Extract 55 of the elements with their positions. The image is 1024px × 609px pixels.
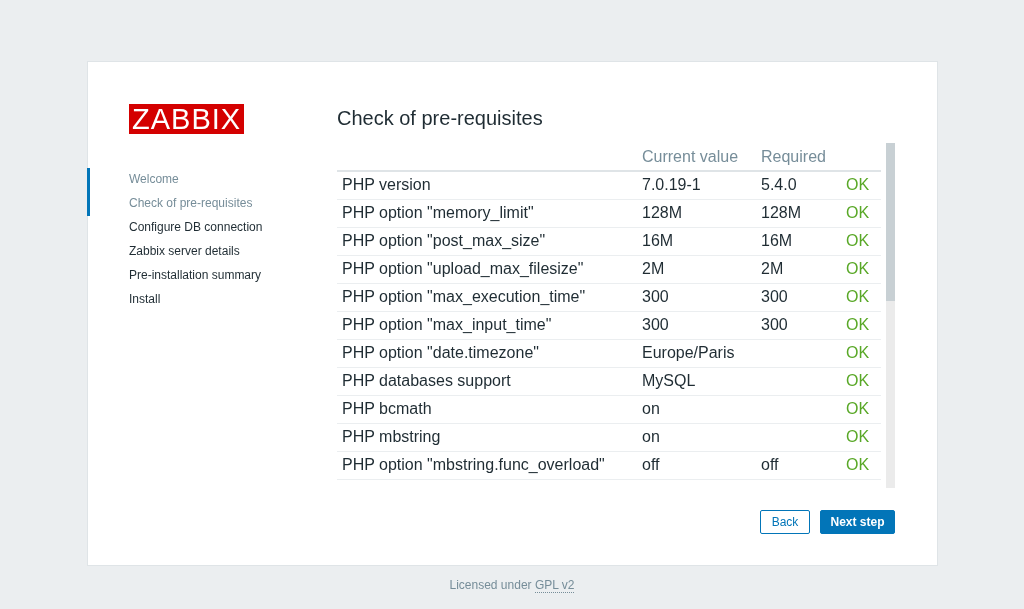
table-cell: 5.4.0 [761, 176, 797, 194]
table-cell: PHP option "post_max_size" [342, 232, 546, 249]
status-text: OK [846, 344, 870, 361]
table-cell: 7.0.19-1 [642, 176, 701, 194]
table-cell: 2M [642, 260, 665, 277]
column-header: Required [761, 147, 826, 165]
table-cell: 128M [761, 204, 802, 221]
back-button[interactable]: Back [760, 510, 810, 534]
zabbix-logo: ZABBIX [129, 104, 245, 134]
table-cell: PHP version [342, 176, 431, 194]
license-text: Licensed under [449, 578, 532, 592]
table-cell: PHP databases support [342, 372, 511, 389]
column-header: Current value [642, 147, 739, 165]
table-cell: 300 [761, 316, 788, 333]
status-text: OK [846, 372, 870, 389]
status-text: OK [846, 428, 870, 445]
next-step-button[interactable]: Next step [820, 510, 895, 534]
table-cell: PHP bcmath [342, 400, 432, 417]
scrollbar[interactable] [886, 143, 895, 488]
table-cell: 2M [761, 260, 784, 277]
table-cell: PHP option "mbstring.func_overload" [342, 456, 605, 473]
table-cell: MySQL [642, 372, 696, 389]
table-cell: PHP mbstring [342, 428, 441, 445]
table-cell: PHP option "max_input_time" [342, 316, 552, 333]
table-cell: 16M [761, 232, 793, 249]
step-item: Welcome [87, 168, 337, 192]
status-text: OK [846, 316, 870, 333]
status-text: OK [846, 288, 870, 305]
status-text: OK [846, 400, 870, 417]
table-cell: 300 [642, 288, 669, 305]
step-item: Configure DB connection [128, 219, 264, 236]
status-text: OK [846, 456, 870, 473]
step-item: Zabbix server details [128, 243, 241, 260]
step-item: Check of pre-requisites [87, 192, 337, 216]
table-cell: PHP option "max_execution_time" [342, 288, 586, 305]
table-cell: off [642, 456, 660, 473]
step-item: Pre-installation summary [128, 267, 263, 284]
status-text: OK [846, 260, 870, 277]
table-cell: Europe/Paris [642, 344, 735, 361]
status-text: OK [846, 232, 870, 249]
table-cell: on [642, 428, 660, 445]
step-item: Install [128, 291, 162, 308]
status-text: OK [846, 176, 870, 194]
table-cell: PHP option "date.timezone" [342, 344, 539, 361]
table-cell: PHP option "upload_max_filesize" [342, 260, 584, 277]
table-cell: 300 [642, 316, 669, 333]
table-cell: on [642, 400, 660, 417]
status-text: OK [846, 204, 870, 221]
table-cell: 16M [642, 232, 674, 249]
table-cell: off [761, 456, 779, 473]
page-title: Check of pre-requisites [337, 107, 544, 131]
table-cell: PHP option "memory_limit" [342, 204, 534, 221]
table-cell: 128M [642, 204, 683, 221]
table-cell: 300 [761, 288, 788, 305]
license-link[interactable]: GPL v2 [534, 578, 575, 593]
